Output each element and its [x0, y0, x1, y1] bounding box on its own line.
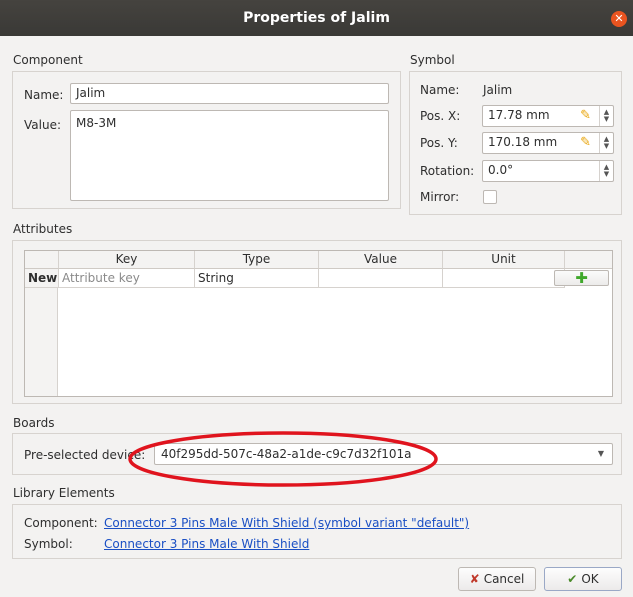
column-header-type[interactable]: Type: [195, 251, 319, 269]
component-name-label: Name:: [24, 88, 64, 102]
table-corner-header: [25, 251, 59, 269]
rotation-label: Rotation:: [420, 164, 475, 178]
mirror-label: Mirror:: [420, 190, 460, 204]
pos-y-label: Pos. Y:: [420, 136, 458, 150]
window-title: Properties of Jalim: [243, 10, 390, 26]
attributes-section-label: Attributes: [13, 222, 73, 236]
column-header-key[interactable]: Key: [59, 251, 195, 269]
attributes-group: Key Type Value Unit New: Attribute key S…: [12, 240, 622, 404]
pos-y-spinbox[interactable]: 170.18 mm ✎ ▲ ▼: [482, 132, 614, 154]
cancel-button[interactable]: ✘ Cancel: [458, 567, 536, 591]
new-row-label: New:: [25, 269, 59, 288]
boards-section-label: Boards: [13, 416, 55, 430]
library-group: Component: Connector 3 Pins Male With Sh…: [12, 504, 622, 559]
component-value-text: M8-3M: [76, 116, 117, 130]
pos-y-stepper[interactable]: ▲ ▼: [599, 133, 613, 153]
preselected-device-label: Pre-selected device:: [24, 448, 146, 462]
pos-x-stepper[interactable]: ▲ ▼: [599, 106, 613, 126]
rotation-value: 0.0°: [488, 163, 514, 177]
symbol-name-value: Jalim: [483, 83, 513, 97]
component-section-label: Component: [13, 53, 83, 67]
close-icon[interactable]: ✕: [611, 11, 627, 27]
library-component-link[interactable]: Connector 3 Pins Male With Shield (symbo…: [104, 516, 469, 530]
pencil-icon[interactable]: ✎: [580, 108, 591, 123]
pos-y-value: 170.18 mm: [488, 135, 558, 149]
rotation-stepper[interactable]: ▲ ▼: [599, 161, 613, 181]
boards-group: Pre-selected device: 40f295dd-507c-48a2-…: [12, 433, 622, 475]
attribute-unit-select[interactable]: [443, 269, 565, 288]
component-group: Name: Jalim Value: M8-3M: [12, 71, 401, 209]
plus-icon: ✚: [575, 269, 588, 287]
preselected-device-select[interactable]: 40f295dd-507c-48a2-a1de-c9c7d32f101a ▼: [154, 443, 613, 465]
library-symbol-link[interactable]: Connector 3 Pins Male With Shield: [104, 537, 309, 551]
column-header-unit[interactable]: Unit: [443, 251, 565, 269]
ok-button[interactable]: ✔ OK: [544, 567, 622, 591]
attribute-value-input[interactable]: [319, 269, 443, 288]
rotation-spinbox[interactable]: 0.0° ▲ ▼: [482, 160, 614, 182]
cancel-icon: ✘: [469, 572, 480, 586]
component-value-field[interactable]: M8-3M: [70, 110, 389, 201]
column-header-actions: [565, 251, 612, 269]
component-name-field[interactable]: Jalim: [70, 83, 389, 104]
preselected-device-value: 40f295dd-507c-48a2-a1de-c9c7d32f101a: [161, 447, 412, 461]
ok-button-label: OK: [581, 572, 599, 586]
chevron-down-icon: ▼: [597, 449, 604, 458]
attribute-type-select[interactable]: String: [195, 269, 319, 288]
attributes-table: Key Type Value Unit New: Attribute key S…: [24, 250, 613, 397]
library-section-label: Library Elements: [13, 486, 115, 500]
mirror-checkbox[interactable]: [483, 190, 497, 204]
library-component-label: Component:: [24, 516, 98, 530]
symbol-section-label: Symbol: [410, 53, 455, 67]
cancel-button-label: Cancel: [483, 572, 525, 586]
attribute-key-input[interactable]: Attribute key: [59, 269, 195, 288]
component-name-value: Jalim: [76, 86, 106, 100]
library-symbol-label: Symbol:: [24, 537, 73, 551]
row-header-column: [25, 269, 58, 396]
add-attribute-button[interactable]: ✚: [554, 270, 609, 286]
pencil-icon[interactable]: ✎: [580, 135, 591, 150]
pos-x-value: 17.78 mm: [488, 108, 550, 122]
column-header-value[interactable]: Value: [319, 251, 443, 269]
symbol-name-label: Name:: [420, 83, 460, 97]
symbol-group: Name: Jalim Pos. X: 17.78 mm ✎ ▲ ▼ Pos. Y…: [409, 71, 622, 215]
pos-x-label: Pos. X:: [420, 109, 461, 123]
pos-x-spinbox[interactable]: 17.78 mm ✎ ▲ ▼: [482, 105, 614, 127]
title-bar: Properties of Jalim ✕: [0, 0, 633, 36]
component-value-label: Value:: [24, 118, 61, 132]
checkmark-icon: ✔: [567, 572, 578, 586]
